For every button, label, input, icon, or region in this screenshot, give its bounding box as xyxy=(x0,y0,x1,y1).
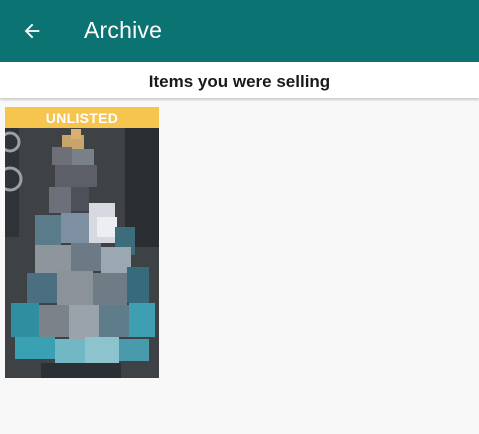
app-bar: Archive xyxy=(0,0,479,62)
item-photo xyxy=(5,107,159,378)
back-button[interactable] xyxy=(12,11,52,51)
arrow-left-icon xyxy=(24,23,40,39)
section-title: Items you were selling xyxy=(148,72,331,91)
archive-screen: Archive Items you were selling UNLISTED xyxy=(0,0,479,434)
item-card[interactable]: UNLISTED xyxy=(5,107,159,378)
section-header: Items you were selling xyxy=(0,62,479,98)
items-grid: UNLISTED xyxy=(5,107,159,378)
status-badge: UNLISTED xyxy=(5,107,159,128)
page-title: Archive xyxy=(84,17,163,43)
